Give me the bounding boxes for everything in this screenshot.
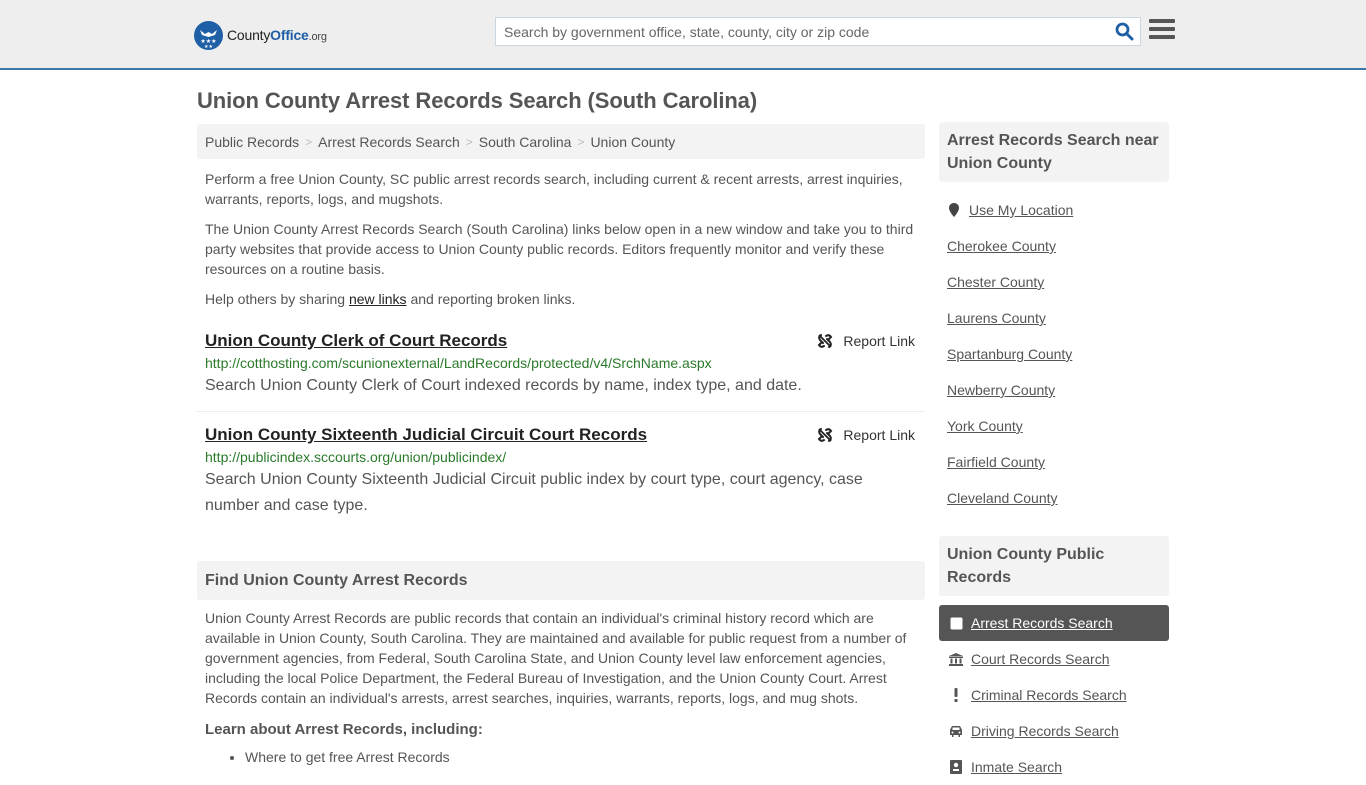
record-title-link[interactable]: Union County Clerk of Court Records: [205, 329, 507, 353]
share-paragraph: Help others by sharing new links and rep…: [205, 291, 576, 307]
square-icon: [949, 616, 963, 630]
breadcrumb-union-county[interactable]: Union County: [590, 134, 675, 150]
learn-about-heading: Learn about Arrest Records, including:: [205, 721, 483, 738]
search-input[interactable]: [496, 18, 1108, 45]
learn-about-list: Where to get free Arrest Records: [197, 738, 925, 767]
record-description: Search Union County Sixteenth Judicial C…: [205, 471, 863, 514]
public-records-item-court[interactable]: Court Records Search: [939, 641, 1169, 677]
record-listing: Union County Clerk of Court Records Repo…: [197, 329, 925, 412]
nearby-county-item: Fairfield County: [947, 444, 1161, 480]
record-url[interactable]: http://publicindex.sccourts.org/union/pu…: [205, 447, 917, 467]
nearby-county-item: Cleveland County: [947, 480, 1161, 516]
search-box: [495, 17, 1141, 46]
nearby-counties-list: Use My Location Cherokee County Chester …: [939, 192, 1169, 516]
nearby-county-link[interactable]: Spartanburg County: [947, 346, 1072, 362]
new-links-link[interactable]: new links: [349, 291, 407, 307]
record-description: Search Union County Clerk of Court index…: [205, 377, 802, 394]
record-listing: Union County Sixteenth Judicial Circuit …: [197, 423, 925, 519]
inmate-icon: [949, 760, 963, 774]
top-header: ★★★ ★★ CountyOffice.org: [0, 0, 1366, 70]
disclaimer-paragraph: The Union County Arrest Records Search (…: [205, 221, 914, 277]
breadcrumb-separator: >: [305, 134, 313, 149]
search-button[interactable]: [1108, 18, 1140, 45]
page-title: Union County Arrest Records Search (Sout…: [197, 88, 758, 113]
use-my-location-link[interactable]: Use My Location: [969, 202, 1073, 218]
learn-about-item: Where to get free Arrest Records: [245, 747, 925, 767]
find-records-body: Union County Arrest Records are public r…: [205, 610, 907, 706]
nearby-county-item: York County: [947, 408, 1161, 444]
nearby-county-item: Laurens County: [947, 300, 1161, 336]
nearby-heading: Arrest Records Search near Union County: [939, 122, 1169, 182]
nearby-county-item: Spartanburg County: [947, 336, 1161, 372]
breadcrumb-separator: >: [465, 134, 473, 149]
nearby-county-link[interactable]: York County: [947, 418, 1023, 434]
public-records-item-inmate[interactable]: Inmate Search: [939, 749, 1169, 785]
breadcrumb-separator: >: [577, 134, 585, 149]
hamburger-menu-icon[interactable]: [1149, 19, 1175, 43]
public-records-link[interactable]: Criminal Records Search: [971, 687, 1127, 703]
car-icon: [949, 724, 963, 738]
public-records-list: Arrest Records Search Court Records Sear…: [939, 605, 1169, 785]
find-records-heading: Find Union County Arrest Records: [197, 561, 925, 600]
search-icon: [1115, 22, 1133, 41]
public-records-link[interactable]: Inmate Search: [971, 759, 1062, 775]
use-my-location-item: Use My Location: [947, 192, 1161, 228]
public-records-item-arrest[interactable]: Arrest Records Search: [939, 605, 1169, 641]
breadcrumb: Public Records > Arrest Records Search >…: [197, 124, 925, 159]
breadcrumb-south-carolina[interactable]: South Carolina: [479, 134, 572, 150]
public-records-link[interactable]: Court Records Search: [971, 651, 1110, 667]
nearby-county-link[interactable]: Fairfield County: [947, 454, 1045, 470]
nearby-county-item: Cherokee County: [947, 228, 1161, 264]
svg-text:★★: ★★: [204, 44, 213, 50]
logo-text: CountyOffice.org: [227, 27, 327, 43]
eagle-stars-logo-icon: ★★★ ★★: [194, 20, 223, 50]
intro-text: Perform a free Union County, SC public a…: [197, 169, 925, 309]
breadcrumb-arrest-records-search[interactable]: Arrest Records Search: [318, 134, 460, 150]
nearby-county-item: Newberry County: [947, 372, 1161, 408]
public-records-link[interactable]: Arrest Records Search: [971, 615, 1113, 631]
report-link-button[interactable]: Report Link: [817, 329, 915, 353]
nearby-county-link[interactable]: Laurens County: [947, 310, 1046, 326]
exclamation-icon: [949, 688, 963, 702]
record-title-link[interactable]: Union County Sixteenth Judicial Circuit …: [205, 423, 647, 447]
public-records-heading: Union County Public Records: [939, 536, 1169, 596]
public-records-link[interactable]: Driving Records Search: [971, 723, 1119, 739]
breadcrumb-public-records[interactable]: Public Records: [205, 134, 299, 150]
record-url[interactable]: http://cotthosting.com/scunionexternal/L…: [205, 353, 917, 373]
nearby-county-item: Chester County: [947, 264, 1161, 300]
broken-link-icon: [818, 428, 833, 442]
courthouse-icon: [949, 652, 963, 666]
nearby-county-link[interactable]: Chester County: [947, 274, 1044, 290]
nearby-county-link[interactable]: Cleveland County: [947, 490, 1058, 506]
public-records-item-driving[interactable]: Driving Records Search: [939, 713, 1169, 749]
sidebar: Arrest Records Search near Union County …: [939, 122, 1169, 785]
broken-link-icon: [818, 334, 833, 348]
map-marker-icon: [949, 203, 959, 217]
main-content: Public Records > Arrest Records Search >…: [197, 124, 925, 767]
public-records-item-criminal[interactable]: Criminal Records Search: [939, 677, 1169, 713]
report-link-button[interactable]: Report Link: [817, 423, 915, 447]
nearby-county-link[interactable]: Cherokee County: [947, 238, 1056, 254]
intro-paragraph: Perform a free Union County, SC public a…: [205, 171, 903, 207]
nearby-county-link[interactable]: Newberry County: [947, 382, 1055, 398]
site-logo[interactable]: ★★★ ★★ CountyOffice.org: [194, 20, 327, 50]
